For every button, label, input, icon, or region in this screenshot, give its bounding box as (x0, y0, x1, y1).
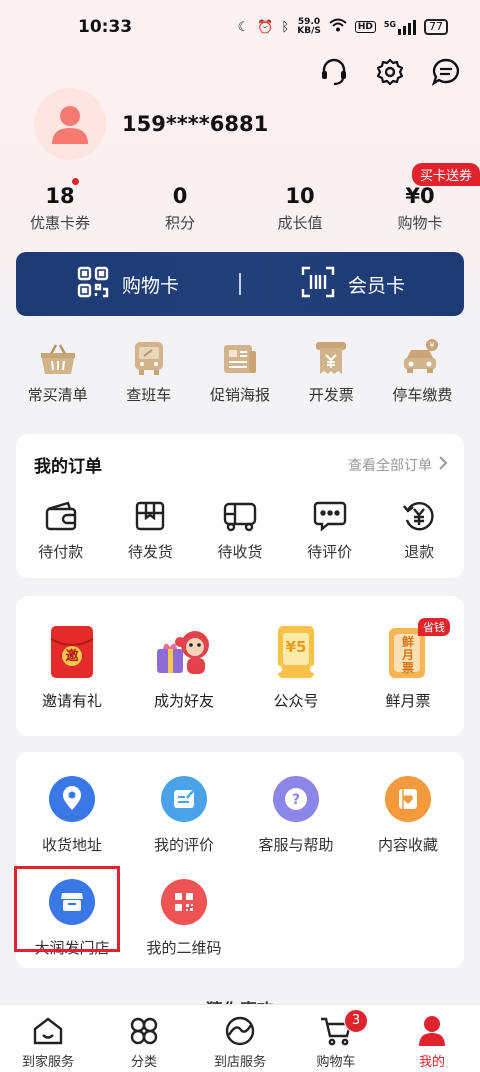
service-my-reviews[interactable]: 我的评价 (128, 776, 240, 855)
chevron-right-icon (438, 455, 448, 475)
view-all-orders-link[interactable]: 查看全部订单 (348, 455, 448, 475)
qrcode-icon (76, 265, 110, 304)
category-icon (96, 1015, 192, 1047)
top-actions (318, 56, 462, 88)
qrcode-icon (161, 879, 207, 925)
cart-count-badge: 3 (344, 1009, 368, 1033)
stat-growth[interactable]: 10 成长值 (240, 182, 360, 233)
tab-in-store-service[interactable]: 到店服务 (192, 1005, 288, 1072)
gift-monkey-icon (128, 624, 240, 680)
basket-icon (12, 336, 103, 376)
alarm-icon: ⏰ (257, 19, 274, 35)
promotions-panel: 邀 邀请有礼 成为好友 ¥5 公众号 鲜月票 省钱 鲜月票 (16, 596, 464, 736)
stat-coupons[interactable]: 18 优惠卡券 (0, 178, 120, 233)
poster-icon (194, 336, 285, 376)
moon-icon: ☾ (237, 19, 250, 35)
promo-monthly-pass[interactable]: 鲜月票 省钱 鲜月票 (352, 618, 464, 736)
svg-text:¥: ¥ (430, 341, 435, 350)
bluetooth-icon: ᛒ (281, 19, 290, 35)
orders-panel: 我的订单 查看全部订单 待付款 待发货 待收货 待评价 退款 (16, 434, 464, 578)
promo-official-account[interactable]: ¥5 公众号 (240, 624, 352, 736)
help-icon: ? (273, 776, 319, 822)
parking-icon: ¥ (377, 336, 468, 376)
tab-category[interactable]: 分类 (96, 1005, 192, 1072)
gear-icon[interactable] (374, 56, 406, 88)
barcode-icon (300, 265, 336, 304)
quick-link-parking[interactable]: ¥ 停车缴费 (377, 336, 468, 405)
quick-links: 常买清单 查班车 促销海报 开发票 ¥ 停车缴费 (0, 336, 480, 405)
signal-icon: 5G (384, 19, 416, 35)
orders-header: 我的订单 查看全部订单 (16, 434, 464, 477)
member-card-button[interactable]: 会员卡 (241, 265, 464, 304)
cart-icon (288, 1015, 384, 1047)
service-favorites[interactable]: 内容收藏 (352, 776, 464, 855)
svg-text:?: ? (292, 792, 300, 808)
invoice-icon (286, 336, 377, 376)
order-pending-payment[interactable]: 待付款 (16, 499, 106, 562)
box-icon (106, 499, 196, 533)
quick-link-frequent-list[interactable]: 常买清单 (12, 336, 103, 405)
notification-dot (72, 178, 79, 185)
tab-profile[interactable]: 我的 (384, 1005, 480, 1072)
quick-link-promo-poster[interactable]: 促销海报 (194, 336, 285, 405)
bottom-tab-bar: 到家服务 分类 到店服务 3 购物车 我的 (0, 1004, 480, 1072)
ticket-icon: ¥5 (240, 624, 352, 680)
promo-become-friends[interactable]: 成为好友 (128, 624, 240, 736)
highlight-box (14, 866, 120, 952)
wallet-icon (16, 499, 106, 533)
home-icon (0, 1015, 96, 1047)
promo-invite-gift[interactable]: 邀 邀请有礼 (16, 624, 128, 736)
stat-points[interactable]: 0 积分 (120, 182, 240, 233)
order-pending-shipment[interactable]: 待发货 (106, 499, 196, 562)
order-refund[interactable]: 退款 (374, 499, 464, 562)
monthly-pass-icon: 鲜月票 省钱 (352, 618, 464, 680)
profile-icon (384, 1015, 480, 1047)
battery-icon: 77 (424, 19, 448, 35)
stat-shopping-card[interactable]: ¥0 购物卡 (360, 182, 480, 233)
service-my-qrcode[interactable]: 我的二维码 (128, 879, 240, 958)
order-pending-receipt[interactable]: 待收货 (195, 499, 285, 562)
avatar[interactable] (34, 88, 106, 160)
service-shipping-address[interactable]: 收货地址 (16, 776, 128, 855)
net-speed: 59.0 KB/S (297, 17, 321, 36)
account-stats: 18 优惠卡券 0 积分 10 成长值 ¥0 购物卡 (0, 178, 480, 233)
refund-icon (374, 499, 464, 533)
headset-icon[interactable] (318, 56, 350, 88)
comment-icon (285, 499, 375, 533)
edit-icon (161, 776, 207, 822)
order-status-row: 待付款 待发货 待收货 待评价 退款 (16, 499, 464, 562)
location-icon (49, 776, 95, 822)
phone-number: 159****6881 (122, 112, 269, 136)
store-visit-icon (192, 1015, 288, 1047)
quick-link-shuttle-bus[interactable]: 查班车 (103, 336, 194, 405)
services-row-1: 收货地址 我的评价 ? 客服与帮助 内容收藏 (16, 752, 464, 855)
truck-icon (195, 499, 285, 533)
orders-title: 我的订单 (34, 457, 102, 477)
message-icon[interactable] (430, 56, 462, 88)
clock: 10:33 (78, 17, 133, 37)
profile-header[interactable]: 159****6881 (34, 88, 268, 160)
order-pending-review[interactable]: 待评价 (285, 499, 375, 562)
status-bar: 10:33 ☾ ⏰ ᛒ 59.0 KB/S HD 5G 77 (0, 0, 480, 54)
tab-cart[interactable]: 3 购物车 (288, 1005, 384, 1072)
status-icons: ☾ ⏰ ᛒ 59.0 KB/S HD 5G 77 (238, 18, 448, 36)
service-help[interactable]: ? 客服与帮助 (240, 776, 352, 855)
favorite-icon (385, 776, 431, 822)
card-bar: 购物卡 会员卡 (16, 252, 464, 316)
quick-link-invoice[interactable]: 开发票 (286, 336, 377, 405)
save-money-badge: 省钱 (418, 618, 450, 636)
tab-home-delivery[interactable]: 到家服务 (0, 1005, 96, 1072)
hd-icon: HD (354, 21, 376, 33)
shopping-card-button[interactable]: 购物卡 (16, 265, 239, 304)
wifi-icon (329, 18, 347, 36)
bus-icon (103, 336, 194, 376)
red-envelope-icon: 邀 (16, 624, 128, 680)
